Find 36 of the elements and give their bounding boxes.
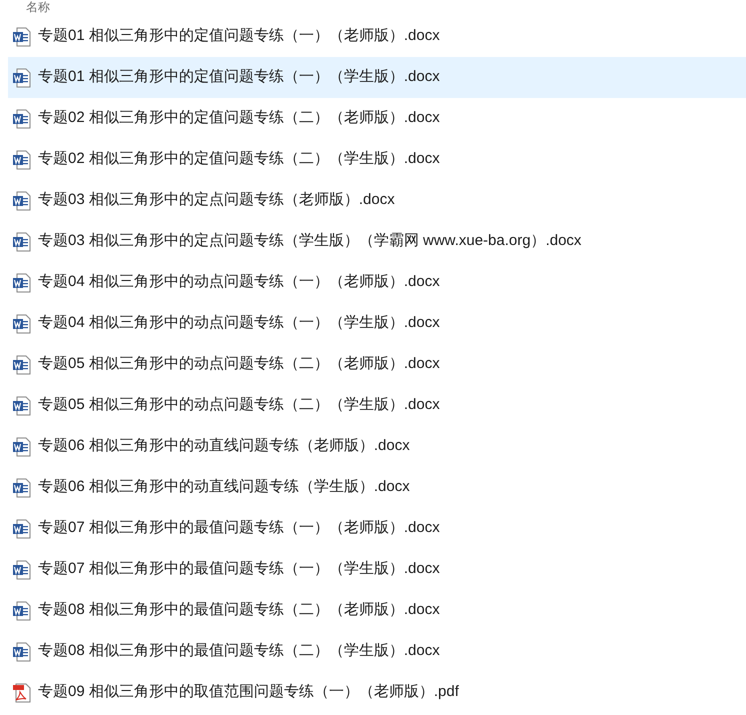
word-document-icon bbox=[12, 190, 32, 210]
file-name: 专题02 相似三角形中的定值问题专练（二）（老师版）.docx bbox=[38, 108, 440, 128]
word-document-icon bbox=[12, 560, 32, 580]
pdf-document-icon bbox=[12, 682, 32, 702]
word-document-icon bbox=[12, 272, 32, 292]
file-name: 专题08 相似三角形中的最值问题专练（二）（学生版）.docx bbox=[38, 641, 440, 662]
file-name: 专题01 相似三角形中的定值问题专练（一）（学生版）.docx bbox=[38, 67, 440, 88]
column-header[interactable]: 名称 bbox=[26, 0, 50, 14]
word-document-icon bbox=[12, 26, 32, 46]
file-name: 专题05 相似三角形中的动点问题专练（二）（老师版）.docx bbox=[38, 354, 440, 374]
word-document-icon bbox=[12, 518, 32, 538]
word-document-icon bbox=[12, 642, 32, 662]
file-name: 专题07 相似三角形中的最值问题专练（一）（老师版）.docx bbox=[38, 518, 440, 538]
file-name: 专题06 相似三角形中的动直线问题专练（学生版）.docx bbox=[38, 477, 410, 498]
file-row[interactable]: 专题01 相似三角形中的定值问题专练（一）（学生版）.docx bbox=[8, 57, 746, 98]
file-name: 专题05 相似三角形中的动点问题专练（二）（学生版）.docx bbox=[38, 395, 440, 416]
file-name: 专题04 相似三角形中的动点问题专练（一）（老师版）.docx bbox=[38, 272, 440, 292]
word-document-icon bbox=[12, 354, 32, 374]
file-name: 专题01 相似三角形中的定值问题专练（一）（老师版）.docx bbox=[38, 26, 440, 46]
file-name: 专题06 相似三角形中的动直线问题专练（老师版）.docx bbox=[38, 436, 410, 456]
word-document-icon bbox=[12, 314, 32, 334]
file-name: 专题03 相似三角形中的定点问题专练（老师版）.docx bbox=[38, 190, 395, 210]
file-name: 专题09 相似三角形中的取值范围问题专练（一）（老师版）.pdf bbox=[38, 682, 459, 702]
word-document-icon bbox=[12, 68, 32, 88]
word-document-icon bbox=[12, 396, 32, 416]
word-document-icon bbox=[12, 600, 32, 620]
word-document-icon bbox=[12, 108, 32, 128]
word-document-icon bbox=[12, 232, 32, 252]
file-name: 专题02 相似三角形中的定值问题专练（二）（学生版）.docx bbox=[38, 149, 440, 170]
file-name: 专题04 相似三角形中的动点问题专练（一）（学生版）.docx bbox=[38, 313, 440, 334]
word-document-icon bbox=[12, 436, 32, 456]
file-name: 专题03 相似三角形中的定点问题专练（学生版）（学霸网 www.xue-ba.org）.docx bbox=[38, 231, 582, 252]
file-name: 专题08 相似三角形中的最值问题专练（二）（老师版）.docx bbox=[38, 600, 440, 620]
file-name: 专题07 相似三角形中的最值问题专练（一）（学生版）.docx bbox=[38, 559, 440, 580]
word-document-icon bbox=[12, 478, 32, 498]
word-document-icon bbox=[12, 150, 32, 170]
